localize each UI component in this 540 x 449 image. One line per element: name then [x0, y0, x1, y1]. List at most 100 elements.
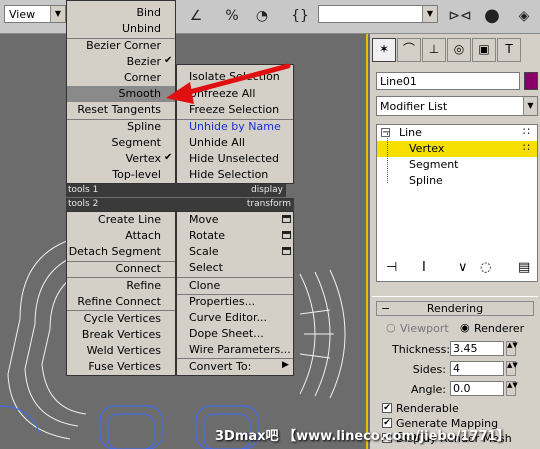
- menu-item-unhide-all[interactable]: Unhide All: [189, 135, 293, 151]
- menu-item-select[interactable]: Select: [189, 260, 279, 276]
- menu-item-bezier-corner[interactable]: Bezier Corner: [67, 38, 161, 54]
- angle-label: Angle:: [410, 383, 446, 396]
- settings-box-icon[interactable]: [282, 247, 291, 255]
- show-end-result-icon[interactable]: I: [422, 260, 426, 275]
- viewport-radio[interactable]: ○: [386, 321, 396, 334]
- spinner-snap-icon[interactable]: ◔: [250, 5, 274, 27]
- modifier-list-combo[interactable]: Modifier List ▼: [376, 96, 538, 116]
- command-panel: ✶ ⌒ ⊥ ◎ ▣ T Line01 Modifier List ▼ − Lin…: [370, 34, 540, 449]
- menu-item-break-vertices[interactable]: Break Vertices: [67, 327, 161, 343]
- display-tab-icon[interactable]: ▣: [472, 38, 496, 62]
- sides-spinner[interactable]: 4: [450, 361, 504, 376]
- header-display: display: [176, 184, 286, 197]
- header-transform: transform: [176, 198, 294, 211]
- angle-snap-icon[interactable]: ∠: [184, 5, 208, 27]
- spinner-arrows-icon[interactable]: ▲▼: [506, 361, 518, 376]
- rendering-rollout-header[interactable]: − Rendering: [376, 301, 534, 316]
- menu-item-refine[interactable]: Refine: [67, 278, 161, 294]
- watermark: 3Dmax吧 【www.lineco.com/jiebo/1771】: [215, 429, 510, 444]
- percent-snap-icon[interactable]: %: [220, 5, 244, 27]
- stack-item-vertex[interactable]: Vertex: [377, 141, 537, 157]
- object-color-swatch[interactable]: [524, 72, 538, 90]
- hierarchy-tab-icon[interactable]: ⊥: [422, 38, 446, 62]
- material-editor-icon[interactable]: ●: [480, 5, 504, 27]
- menu-item-connect[interactable]: Connect: [67, 261, 161, 277]
- menu-item-unhide-by-name[interactable]: Unhide by Name: [189, 119, 293, 135]
- menu-item-dope-sheet[interactable]: Dope Sheet...: [189, 326, 293, 342]
- modifier-list-label: Modifier List: [380, 100, 448, 113]
- menu-item-attach[interactable]: Attach: [67, 228, 161, 244]
- stack-controls: ⊣ I ∨ ◌ ▤: [376, 256, 538, 282]
- menu-item-convert-to[interactable]: Convert To:: [189, 359, 279, 375]
- motion-tab-icon[interactable]: ◎: [447, 38, 471, 62]
- menu-item-refine-connect[interactable]: Refine Connect: [67, 294, 161, 310]
- menu-item-rotate[interactable]: Rotate: [189, 228, 279, 244]
- settings-box-icon[interactable]: [282, 231, 291, 239]
- chevron-down-icon[interactable]: ▼: [422, 6, 437, 22]
- menu-item-segment[interactable]: Segment: [67, 135, 162, 151]
- menu-item-reset-tangents[interactable]: Reset Tangents: [67, 102, 161, 118]
- menu-item-curve-editor[interactable]: Curve Editor...: [189, 310, 293, 326]
- utilities-tab-icon[interactable]: T: [497, 38, 521, 62]
- stack-item-segment[interactable]: Segment: [409, 157, 529, 173]
- reference-coordinate-value: View: [9, 8, 36, 21]
- angle-value: 0.0: [453, 382, 471, 395]
- render-scene-icon[interactable]: ◈: [512, 5, 536, 27]
- spinner-arrows-icon[interactable]: ▲▼: [506, 381, 518, 396]
- sides-label: Sides:: [412, 363, 446, 376]
- checkmark-icon: ✔: [164, 152, 173, 163]
- spinner-arrows-icon[interactable]: ▲▼: [506, 341, 518, 356]
- mirror-icon[interactable]: ⊳⊲: [448, 5, 472, 27]
- menu-item-hide-unselected[interactable]: Hide Unselected: [189, 151, 293, 167]
- menu-item-wire-parameters[interactable]: Wire Parameters...: [189, 342, 293, 358]
- menu-item-create-line[interactable]: Create Line: [67, 212, 161, 228]
- angle-spinner[interactable]: 0.0: [450, 381, 504, 396]
- menu-item-vertex[interactable]: Vertex: [67, 151, 161, 167]
- menu-item-bind[interactable]: Bind: [67, 5, 161, 21]
- edit-named-selections-icon[interactable]: {}: [288, 5, 312, 27]
- rendering-rollout-title: Rendering: [426, 302, 484, 315]
- viewport-radio-label: Viewport: [400, 322, 449, 335]
- pin-stack-icon[interactable]: ⊣: [386, 260, 397, 275]
- menu-item-properties[interactable]: Properties...: [189, 294, 293, 310]
- renderable-label: Renderable: [396, 402, 459, 415]
- thickness-spinner[interactable]: 3.45: [450, 341, 504, 356]
- menu-item-corner[interactable]: Corner: [67, 70, 161, 86]
- header-tools2: tools 2: [66, 198, 176, 211]
- create-tab-icon[interactable]: ✶: [372, 38, 396, 62]
- menu-item-unbind[interactable]: Unbind: [67, 21, 161, 37]
- configure-modifier-sets-icon[interactable]: ▤: [518, 260, 530, 275]
- settings-box-icon[interactable]: [282, 215, 291, 223]
- header-tools1: tools 1: [66, 184, 176, 197]
- object-name-field[interactable]: Line01: [376, 72, 520, 90]
- menu-item-scale[interactable]: Scale: [189, 244, 279, 260]
- sub-object-dots-icon: ∷: [523, 125, 530, 138]
- menu-item-top-level[interactable]: Top-level: [67, 167, 161, 183]
- remove-modifier-icon[interactable]: ◌: [480, 260, 491, 275]
- sub-object-dots-icon: ∷: [523, 141, 530, 154]
- thickness-label: Thickness:: [392, 343, 451, 356]
- stack-item-spline[interactable]: Spline: [409, 173, 529, 189]
- named-selection-set-combo[interactable]: ▼: [318, 5, 438, 23]
- menu-item-smooth[interactable]: Smooth: [67, 86, 175, 102]
- chevron-down-icon[interactable]: ▼: [523, 97, 537, 115]
- renderer-radio[interactable]: ◉: [460, 321, 470, 334]
- menu-item-weld-vertices[interactable]: Weld Vertices: [67, 343, 161, 359]
- menu-item-cycle-vertices[interactable]: Cycle Vertices: [67, 311, 161, 327]
- menu-item-detach-segment[interactable]: Detach Segment: [67, 244, 161, 260]
- renderable-checkbox[interactable]: ✔: [382, 403, 392, 413]
- renderer-radio-label: Renderer: [474, 322, 525, 335]
- menu-item-spline[interactable]: Spline: [67, 119, 161, 135]
- stack-item-line[interactable]: Line: [399, 125, 529, 141]
- collapse-icon: −: [381, 302, 391, 315]
- menu-item-clone[interactable]: Clone: [189, 278, 279, 294]
- menu-item-move[interactable]: Move: [189, 212, 279, 228]
- modify-tab-icon[interactable]: ⌒: [397, 38, 421, 62]
- menu-item-fuse-vertices[interactable]: Fuse Vertices: [67, 359, 161, 375]
- collapse-icon[interactable]: −: [381, 128, 390, 138]
- chevron-down-icon[interactable]: ▼: [50, 6, 65, 22]
- make-unique-icon[interactable]: ∨: [458, 260, 468, 275]
- reference-coordinate-combo[interactable]: View ▼: [4, 5, 66, 23]
- menu-item-hide-selection[interactable]: Hide Selection: [189, 167, 293, 183]
- menu-item-bezier[interactable]: Bezier: [67, 54, 161, 70]
